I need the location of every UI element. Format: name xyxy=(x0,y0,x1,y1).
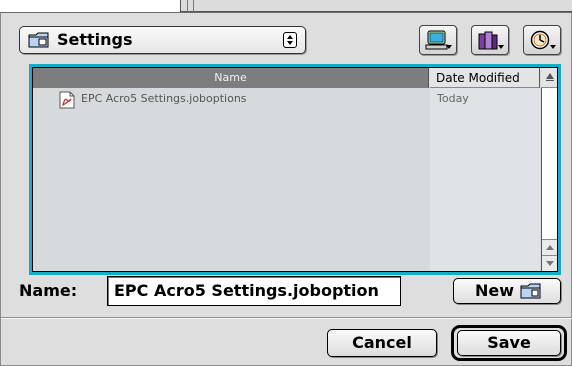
name-field-label: Name: xyxy=(19,281,78,300)
cancel-button[interactable]: Cancel xyxy=(327,329,437,357)
vertical-scrollbar[interactable] xyxy=(541,88,557,271)
shortcuts-button[interactable] xyxy=(419,25,457,55)
scroll-up-arrow-icon[interactable] xyxy=(542,239,557,255)
file-list[interactable]: Name Date Modified EPC Acro5 Settings.jo… xyxy=(29,64,561,275)
background-window-edge xyxy=(180,0,572,12)
save-button[interactable]: Save xyxy=(457,330,561,356)
name-column-header[interactable]: Name xyxy=(33,68,429,88)
default-button-ring: Save xyxy=(451,325,567,361)
dropdown-triangle-icon xyxy=(498,45,504,49)
filename-input[interactable]: EPC Acro5 Settings.joboption xyxy=(107,276,401,306)
scroll-down-arrow-icon[interactable] xyxy=(542,255,557,271)
dropdown-triangle-icon xyxy=(550,45,556,49)
recent-button[interactable] xyxy=(523,25,561,55)
file-date-modified: Today xyxy=(437,92,469,105)
name-column-background xyxy=(33,88,429,271)
file-name: EPC Acro5 Settings.joboptions xyxy=(81,92,247,105)
column-header-row: Name Date Modified xyxy=(33,68,557,88)
favorites-button[interactable] xyxy=(471,25,509,55)
new-folder-button[interactable]: New xyxy=(453,278,561,304)
folder-icon xyxy=(28,32,49,48)
date-column-background xyxy=(430,88,540,271)
new-folder-icon xyxy=(520,283,541,299)
folder-name-label: Settings xyxy=(57,30,133,49)
button-divider xyxy=(1,317,572,319)
folder-location-popup[interactable]: Settings xyxy=(19,26,306,54)
date-modified-column-header[interactable]: Date Modified xyxy=(430,68,540,88)
sort-direction-icon[interactable] xyxy=(541,68,557,88)
new-button-label: New xyxy=(475,281,515,300)
dropdown-triangle-icon xyxy=(446,45,452,49)
popup-arrows-icon xyxy=(283,32,297,48)
pdf-document-icon xyxy=(59,91,75,109)
list-item[interactable]: EPC Acro5 Settings.joboptions Today xyxy=(33,89,540,109)
save-dialog: Settings Name Date Modified EPC Acro5 Se… xyxy=(0,12,572,366)
